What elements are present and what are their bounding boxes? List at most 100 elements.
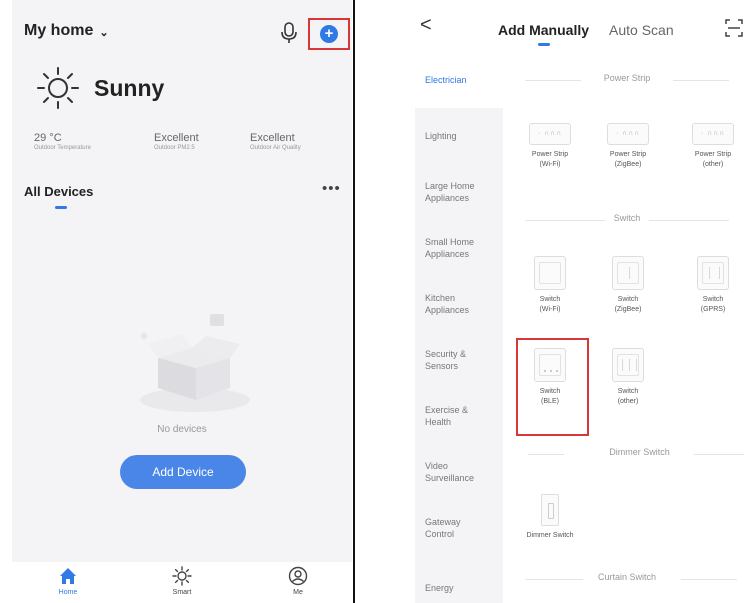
product-label: Power Strip	[609, 151, 647, 158]
tab-label: Smart	[172, 589, 192, 596]
weather-summary: Sunny	[36, 66, 164, 110]
stat-temperature: 29 °C Outdoor Temperature	[34, 132, 91, 151]
category-small-home-appliances[interactable]: Small Home Appliances	[425, 236, 497, 260]
category-electrician[interactable]: Electrician	[425, 74, 505, 86]
product-sublabel: (other)	[617, 398, 639, 405]
product-switch-ble[interactable]: Switch (BLE)	[515, 348, 585, 407]
add-device-screen: < Add Manually Auto Scan Electrician Lig…	[398, 0, 751, 603]
screenshot: My home ⌄ + Sunny 29 °C Outdoor Temperat…	[0, 0, 751, 603]
product-switch-wifi[interactable]: Switch (Wi-Fi)	[515, 256, 585, 315]
tab-label: Me	[293, 589, 303, 596]
tab-smart[interactable]: Smart	[152, 566, 212, 596]
stat-label: Outdoor Temperature	[34, 145, 91, 151]
empty-state-text: No devices	[157, 424, 207, 435]
product-dimmer-switch[interactable]: Dimmer Switch	[515, 494, 585, 541]
product-label: Switch	[539, 388, 561, 395]
weather-stats: 29 °C Outdoor Temperature Excellent Outd…	[12, 132, 352, 162]
power-strip-icon: · ∩∩∩	[529, 123, 571, 145]
home-header: My home ⌄	[12, 0, 352, 62]
product-label: Switch	[539, 296, 561, 303]
section-title: Switch	[613, 213, 641, 223]
bottom-tab-bar: Home Smart Me	[12, 562, 352, 603]
product-label: Switch	[702, 296, 724, 303]
section-switch: Switch	[503, 213, 751, 227]
microphone-icon[interactable]	[280, 22, 298, 44]
section-title: Curtain Switch	[597, 572, 657, 582]
product-sublabel: (ZigBee)	[614, 306, 642, 313]
product-sublabel: (Wi-Fi)	[539, 161, 561, 168]
stat-pm25: Excellent Outdoor PM2.5	[154, 132, 199, 151]
tab-all-devices[interactable]: All Devices	[24, 184, 93, 199]
product-switch-gprs[interactable]: Switch (GPRS)	[678, 256, 748, 315]
stat-value: Excellent	[154, 132, 199, 144]
category-gateway-control[interactable]: Gateway Control	[425, 516, 475, 540]
product-sublabel: (BLE)	[541, 398, 559, 405]
home-screen: My home ⌄ + Sunny 29 °C Outdoor Temperat…	[12, 0, 352, 603]
stat-air-quality: Excellent Outdoor Air Quality	[250, 132, 301, 151]
tab-add-manually[interactable]: Add Manually	[498, 22, 589, 38]
stat-value: 29 °C	[34, 132, 62, 144]
tab-me[interactable]: Me	[268, 566, 328, 596]
home-icon	[60, 568, 76, 584]
profile-icon	[288, 566, 308, 586]
back-icon[interactable]: <	[420, 14, 432, 37]
power-strip-icon: · ∩∩∩	[692, 123, 734, 145]
weather-condition: Sunny	[94, 74, 165, 101]
product-label: Switch	[617, 296, 639, 303]
section-title: Dimmer Switch	[609, 447, 670, 457]
home-selector[interactable]: My home ⌄	[24, 22, 109, 40]
empty-box-illustration	[140, 314, 250, 412]
section-title: Power Strip	[603, 73, 651, 83]
category-energy[interactable]: Energy	[425, 582, 505, 594]
chevron-down-icon: ⌄	[99, 26, 109, 39]
category-exercise-health[interactable]: Exercise & Health	[425, 404, 477, 428]
devices-header: All Devices •••	[12, 178, 352, 209]
stat-value: Excellent	[250, 132, 295, 144]
category-video-surveillance[interactable]: Video Surveillance	[425, 460, 487, 484]
dimmer-switch-icon	[541, 494, 559, 526]
category-large-home-appliances[interactable]: Large Home Appliances	[425, 180, 497, 204]
scan-icon[interactable]	[724, 18, 744, 38]
power-strip-icon: · ∩∩∩	[607, 123, 649, 145]
sun-icon	[172, 566, 192, 586]
product-sublabel: (GPRS)	[700, 306, 726, 313]
section-dimmer-switch: Dimmer Switch	[528, 447, 751, 461]
product-label: Switch	[617, 388, 639, 395]
product-sublabel: (ZigBee)	[614, 161, 642, 168]
product-switch-zigbee[interactable]: Switch (ZigBee)	[593, 256, 663, 315]
active-tab-indicator	[55, 206, 67, 209]
tab-home[interactable]: Home	[38, 566, 98, 596]
add-device-button[interactable]: Add Device	[120, 455, 246, 489]
plus-icon: +	[320, 25, 338, 43]
product-label: Power Strip	[531, 151, 569, 158]
product-sublabel: (other)	[702, 161, 724, 168]
more-options-icon[interactable]: •••	[322, 180, 341, 197]
stat-label: Outdoor PM2.5	[154, 145, 195, 151]
category-sidebar: Electrician Lighting Large Home Applianc…	[415, 52, 503, 603]
category-lighting[interactable]: Lighting	[425, 130, 505, 142]
product-sublabel: (Wi-Fi)	[539, 306, 561, 313]
category-kitchen-appliances[interactable]: Kitchen Appliances	[425, 292, 487, 316]
add-device-header: < Add Manually Auto Scan	[398, 0, 751, 52]
switch-icon	[534, 348, 566, 382]
sun-icon	[37, 67, 79, 109]
tab-label: Home	[58, 589, 78, 596]
product-power-strip-wifi[interactable]: · ∩∩∩ Power Strip (Wi-Fi)	[515, 123, 585, 170]
stat-label: Outdoor Air Quality	[250, 145, 301, 151]
product-switch-other[interactable]: Switch (other)	[593, 348, 663, 407]
product-label: Power Strip	[694, 151, 732, 158]
screen-divider	[353, 0, 355, 603]
section-power-strip: Power Strip	[503, 73, 751, 87]
switch-icon	[612, 348, 644, 382]
add-device-plus-button[interactable]: +	[308, 18, 350, 50]
switch-icon	[612, 256, 644, 290]
switch-icon	[534, 256, 566, 290]
tab-auto-scan[interactable]: Auto Scan	[609, 22, 674, 38]
product-power-strip-zigbee[interactable]: · ∩∩∩ Power Strip (ZigBee)	[593, 123, 663, 170]
active-tab-indicator	[538, 43, 550, 46]
section-curtain-switch: Curtain Switch	[503, 572, 751, 586]
home-title: My home	[24, 22, 94, 39]
switch-icon	[697, 256, 729, 290]
product-power-strip-other[interactable]: · ∩∩∩ Power Strip (other)	[678, 123, 748, 170]
category-security-sensors[interactable]: Security & Sensors	[425, 348, 477, 372]
